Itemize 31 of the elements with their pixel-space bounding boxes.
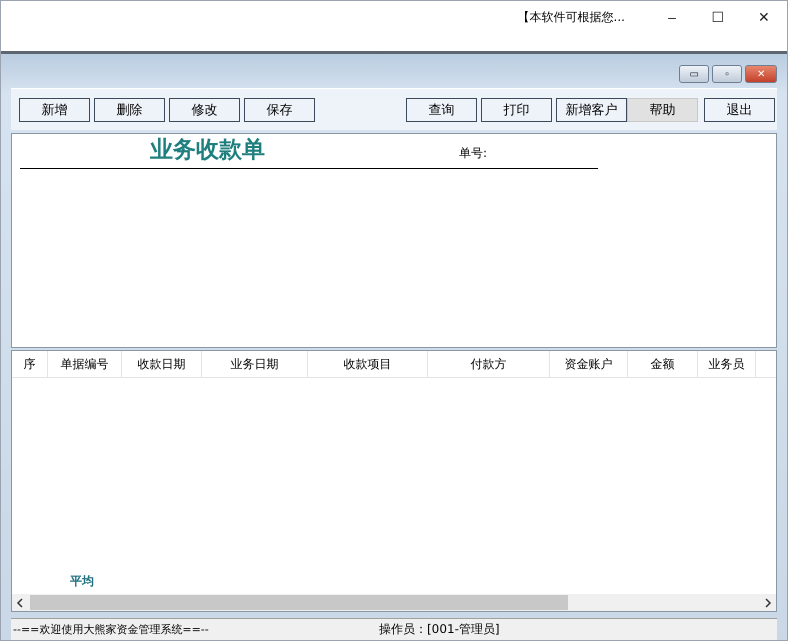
minimize-button[interactable]: – <box>649 7 695 27</box>
window-title: 【本软件可根据您... <box>518 9 625 26</box>
toolbar-button[interactable]: 帮助 <box>627 98 698 122</box>
column-header[interactable]: 收款日期 <box>122 351 202 377</box>
toolbar-button[interactable]: 新增 <box>19 98 90 122</box>
column-header[interactable]: 业务日期 <box>202 351 308 377</box>
average-label: 平均 <box>70 573 94 590</box>
toolbar-button[interactable]: 保存 <box>244 98 315 122</box>
toolbar-button[interactable]: 删除 <box>94 98 165 122</box>
horizontal-scrollbar[interactable] <box>12 594 776 611</box>
minimize-button[interactable]: ▭ <box>679 65 709 83</box>
number-label: 单号: <box>459 145 488 162</box>
column-header[interactable]: 金额 <box>628 351 698 377</box>
restore-button[interactable]: ▫ <box>712 65 742 83</box>
close-button[interactable]: ✕ <box>741 7 787 27</box>
maximize-button[interactable]: ☐ <box>695 7 741 27</box>
status-message: --==欢迎使用大熊家资金管理系统==-- <box>12 622 210 637</box>
toolbar-button[interactable]: 打印 <box>481 98 552 122</box>
column-header[interactable]: 资金账户 <box>550 351 628 377</box>
toolbar-button[interactable]: 新增客户 <box>556 98 627 122</box>
form-title: 业务收款单 <box>150 135 265 165</box>
column-header[interactable]: 付款方 <box>428 351 550 377</box>
column-header[interactable]: 业务员 <box>698 351 756 377</box>
column-header[interactable]: 收款项目 <box>308 351 428 377</box>
column-header[interactable]: 序 <box>12 351 48 377</box>
operator-label: 操作员：[001-管理员] <box>379 621 500 638</box>
close-button[interactable]: ✕ <box>745 65 777 83</box>
toolbar-button[interactable]: 修改 <box>169 98 240 122</box>
column-header[interactable]: 单据编号 <box>48 351 122 377</box>
toolbar-button[interactable]: 查询 <box>406 98 477 122</box>
toolbar-button[interactable]: 退出 <box>704 98 775 122</box>
